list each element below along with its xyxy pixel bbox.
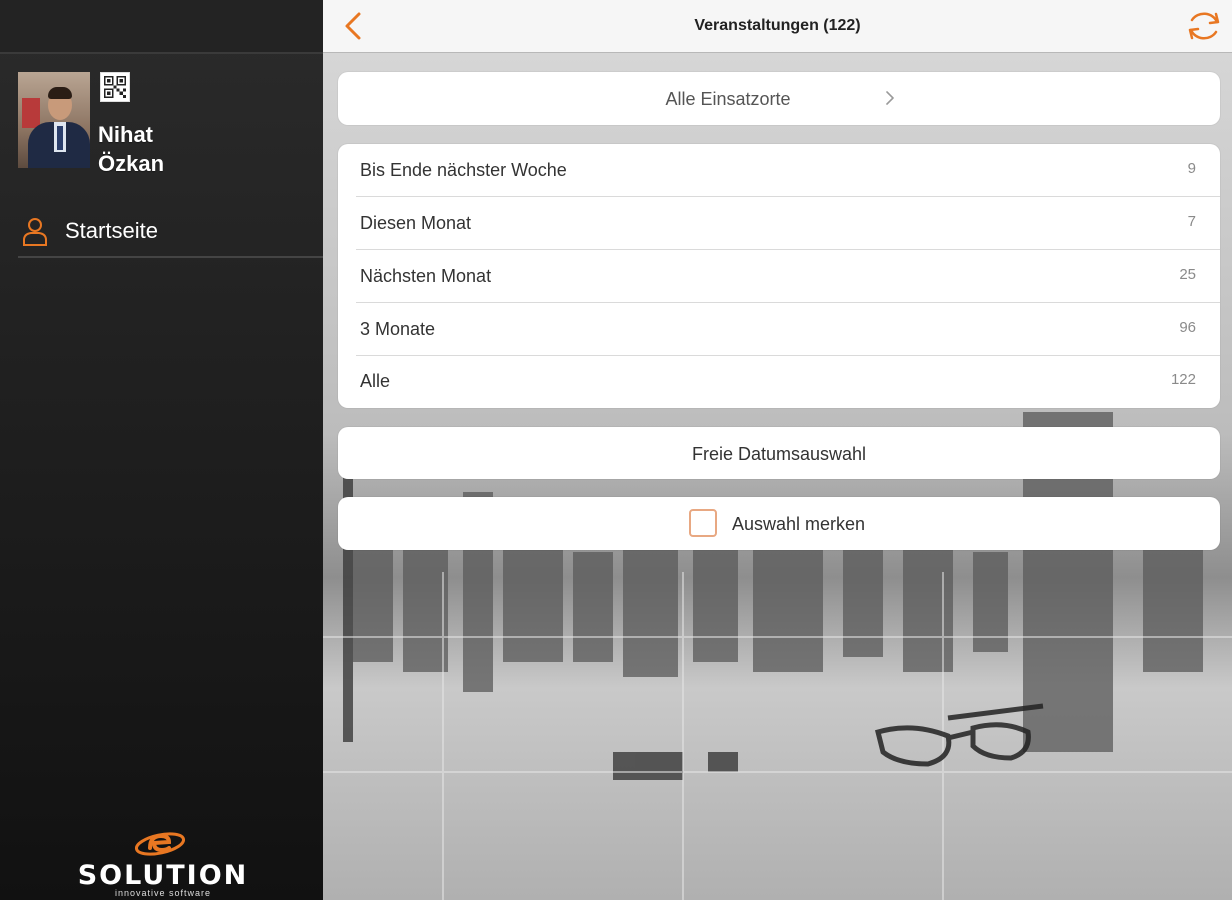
navigation-bar: Veranstaltungen (122) bbox=[323, 0, 1232, 53]
filter-label: Nächsten Monat bbox=[360, 266, 492, 286]
avatar[interactable] bbox=[18, 72, 90, 168]
logo-tagline: innovative software bbox=[114, 888, 212, 898]
location-filter-button[interactable]: Alle Einsatzorte bbox=[338, 72, 1220, 125]
custom-date-label: Freie Datumsauswahl bbox=[691, 444, 867, 464]
filter-count: 7 bbox=[1187, 213, 1196, 230]
filter-row-next-month[interactable]: Nächsten Monat 25 bbox=[338, 250, 1220, 303]
filter-label: Alle bbox=[360, 371, 391, 391]
time-filter-list: Bis Ende nächster Woche 9 Diesen Monat 7… bbox=[338, 144, 1220, 408]
custom-date-button[interactable]: Freie Datumsauswahl bbox=[338, 427, 1220, 479]
sidebar-item-label: Startseite bbox=[65, 218, 158, 243]
user-first-name: Nihat bbox=[98, 122, 153, 147]
filter-count: 9 bbox=[1187, 160, 1196, 177]
company-logo: SOLUTION innovative software bbox=[54, 826, 274, 900]
filter-row-all[interactable]: Alle 122 bbox=[338, 355, 1220, 408]
location-filter-label: Alle Einsatzorte bbox=[665, 89, 791, 109]
chevron-right-icon bbox=[886, 91, 894, 105]
filter-row-3-months[interactable]: 3 Monate 96 bbox=[338, 303, 1220, 356]
filter-label: 3 Monate bbox=[360, 319, 436, 339]
remember-label: Auswahl merken bbox=[732, 514, 866, 534]
filter-count: 122 bbox=[1170, 371, 1196, 388]
sidebar: Nihat Özkan Startseite SOLUTION innovati… bbox=[0, 0, 323, 900]
filter-label: Bis Ende nächster Woche bbox=[360, 160, 567, 180]
page-title: Veranstaltungen (122) bbox=[694, 17, 861, 34]
e-logo-icon bbox=[134, 832, 186, 856]
filter-count: 96 bbox=[1179, 319, 1196, 336]
filter-label: Diesen Monat bbox=[360, 213, 472, 233]
sidebar-item-startseite[interactable]: Startseite bbox=[18, 206, 323, 258]
refresh-icon[interactable] bbox=[1185, 8, 1223, 44]
user-profile: Nihat Özkan bbox=[18, 72, 318, 182]
filter-count: 25 bbox=[1179, 266, 1196, 283]
remember-selection-row[interactable]: Auswahl merken bbox=[338, 497, 1220, 550]
main-content: Veranstaltungen (122) Alle Einsatzorte B… bbox=[323, 0, 1232, 900]
user-last-name: Özkan bbox=[98, 151, 165, 176]
qr-code-icon[interactable] bbox=[100, 72, 130, 102]
logo-wordmark: SOLUTION bbox=[77, 860, 249, 891]
remember-checkbox[interactable] bbox=[689, 509, 717, 537]
filter-row-next-week[interactable]: Bis Ende nächster Woche 9 bbox=[338, 144, 1220, 197]
sidebar-header bbox=[0, 0, 323, 54]
filter-row-this-month[interactable]: Diesen Monat 7 bbox=[338, 197, 1220, 250]
person-icon bbox=[23, 218, 47, 246]
